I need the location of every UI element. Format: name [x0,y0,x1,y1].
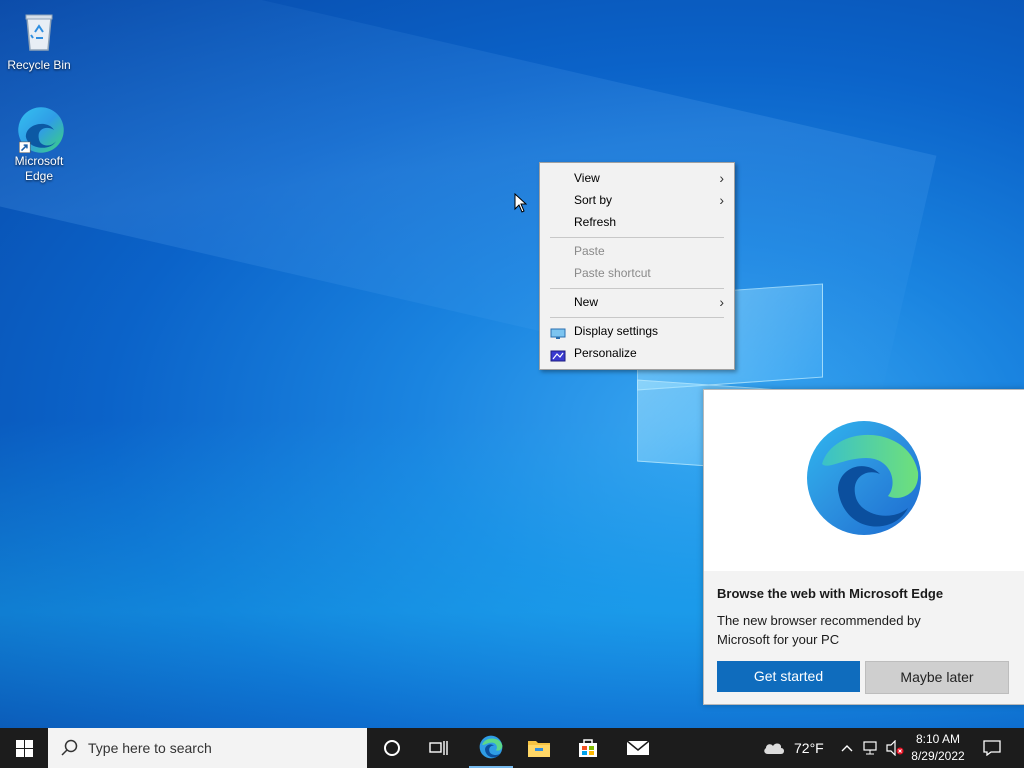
menu-item-refresh[interactable]: Refresh [540,211,734,233]
taskbar: Type here to search 72°F 8:10 AM 8/29/20… [0,728,1024,768]
edge-icon [15,104,64,154]
start-button[interactable] [0,728,48,768]
menu-item-label: Refresh [574,215,617,229]
clock-date: 8/29/2022 [911,749,965,763]
task-view-icon [429,741,448,755]
mail-button[interactable] [616,728,660,768]
chevron-right-icon: › [719,294,724,310]
wallpaper-light-ray [0,0,937,410]
menu-item-display-settings[interactable]: Display settings [540,320,734,342]
menu-item-personalize[interactable]: Personalize [540,342,734,364]
network-button[interactable] [860,728,882,768]
store-icon [579,739,597,757]
menu-item-label: Personalize [574,346,637,360]
windows-logo-icon [15,739,33,757]
task-view-button[interactable] [418,728,460,768]
volume-button[interactable] [884,728,906,768]
cortana-button[interactable] [371,728,413,768]
cortana-circle-icon [384,740,400,756]
show-hidden-icons-button[interactable] [838,728,856,768]
weather-widget[interactable]: 72°F [762,728,828,768]
promo-hero [704,390,1024,571]
store-button[interactable] [567,728,609,768]
desktop-icon-label: Microsoft Edge [14,154,64,183]
desktop-icon-edge[interactable]: Microsoft Edge [2,104,76,184]
chevron-right-icon: › [719,170,724,186]
menu-item-view[interactable]: View › [540,167,734,189]
desktop-context-menu: View › Sort by › Refresh Paste Paste sho… [539,162,735,370]
menu-item-label: Paste [574,244,605,258]
edge-logo-icon [804,418,924,543]
menu-item-label: New [574,295,599,309]
taskbar-edge-button[interactable] [469,728,513,768]
menu-separator [550,237,724,238]
file-explorer-button[interactable] [518,728,560,768]
edge-icon [479,735,503,759]
clock-time: 8:10 AM [915,732,961,746]
taskbar-search-box[interactable]: Type here to search [48,728,367,768]
weather-temp: 72°F [794,740,824,756]
promo-description: The new browser recommended by Microsoft… [717,613,921,647]
file-explorer-icon [528,741,550,757]
personalize-icon [550,347,566,362]
menu-item-label: Sort by [574,193,613,207]
menu-item-label: Display settings [574,324,659,338]
menu-item-sort-by[interactable]: Sort by › [540,189,734,211]
taskbar-clock[interactable]: 8:10 AM 8/29/2022 [905,731,971,765]
chevron-up-icon [841,745,853,752]
search-icon [61,739,78,756]
maybe-later-button[interactable]: Maybe later [865,661,1009,694]
promo-title: Browse the web with Microsoft Edge [717,586,944,601]
menu-item-label: View [574,171,600,185]
cloud-icon [764,743,784,754]
desktop-icon-label: Recycle Bin [7,58,71,72]
menu-separator [550,317,724,318]
volume-muted-icon [886,740,904,756]
menu-item-paste: Paste [540,240,734,262]
action-center-button[interactable] [978,728,1006,768]
edge-promo-flyout: Browse the web with Microsoft Edge The n… [703,389,1024,705]
network-icon [863,741,877,755]
menu-item-label: Paste shortcut [574,266,651,280]
menu-item-paste-shortcut: Paste shortcut [540,262,734,284]
notification-icon [983,740,1001,756]
menu-separator [550,288,724,289]
chevron-right-icon: › [719,192,724,208]
recycle-bin-icon [15,8,63,56]
search-placeholder: Type here to search [88,740,212,756]
mail-icon [626,740,650,755]
desktop-icon-recycle-bin[interactable]: Recycle Bin [2,8,76,73]
display-icon [550,325,566,339]
get-started-button[interactable]: Get started [717,661,860,692]
mouse-cursor-icon [514,192,528,218]
menu-item-new[interactable]: New › [540,291,734,313]
